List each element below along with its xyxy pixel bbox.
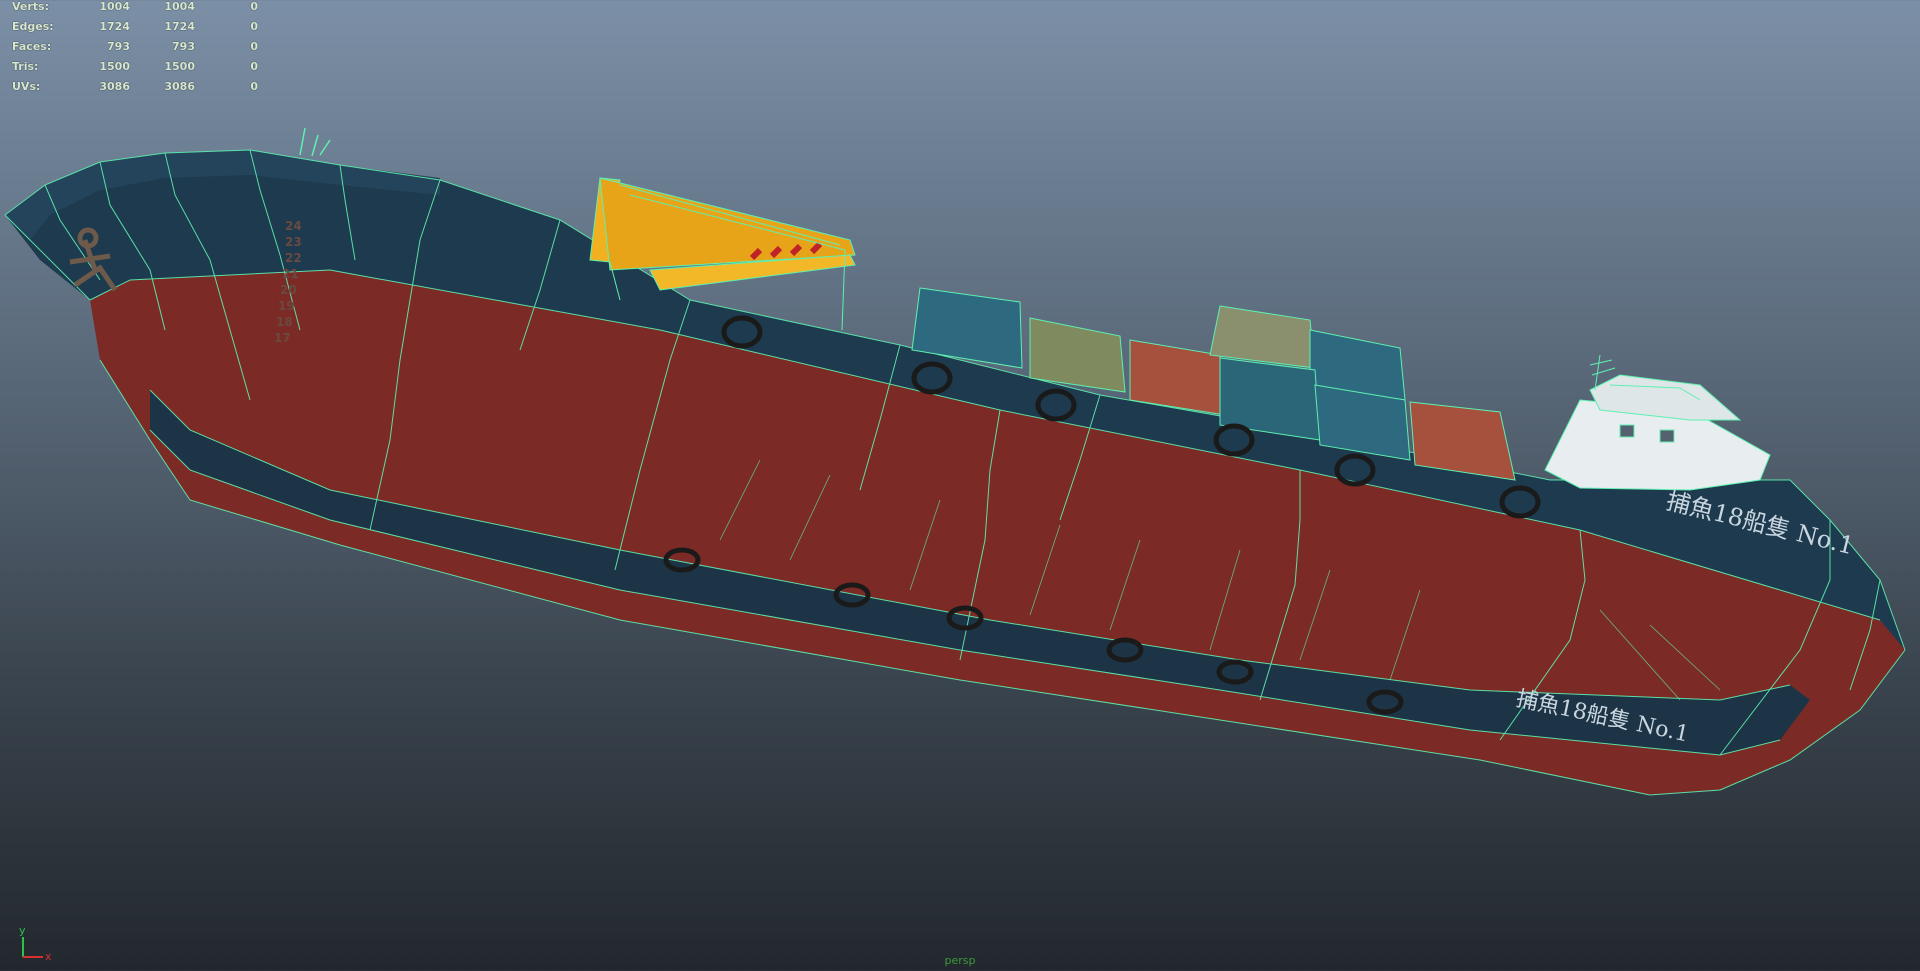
bridge [1544, 354, 1771, 491]
hud-row-verts: Verts: 1004 1004 0 [12, 0, 258, 13]
svg-text:19: 19 [278, 299, 295, 313]
svg-text:21: 21 [282, 267, 299, 281]
hud-row-faces: Faces: 793 793 0 [12, 40, 258, 53]
svg-text:24: 24 [285, 219, 302, 233]
poly-count-hud: Verts: 1004 1004 0 Edges: 1724 1724 0 Fa… [0, 0, 270, 100]
hud-row-edges: Edges: 1724 1724 0 [12, 20, 258, 33]
hud-row-tris: Tris: 1500 1500 0 [12, 60, 258, 73]
svg-text:23: 23 [285, 235, 302, 249]
svg-text:22: 22 [285, 251, 302, 265]
hud-row-uvs: UVs: 3086 3086 0 [12, 80, 258, 93]
maya-viewport[interactable]: 24 23 22 21 20 19 18 17 捕魚18船隻 No.1 捕魚18… [0, 0, 1920, 971]
svg-text:20: 20 [280, 283, 297, 297]
bow-antenna [299, 127, 331, 157]
svg-text:18: 18 [276, 315, 293, 329]
svg-text:17: 17 [274, 331, 291, 345]
axis-y-label: y [19, 924, 26, 937]
camera-label: persp [944, 954, 976, 967]
ship-model[interactable]: 24 23 22 21 20 19 18 17 捕魚18船隻 No.1 捕魚18… [0, 0, 1920, 971]
